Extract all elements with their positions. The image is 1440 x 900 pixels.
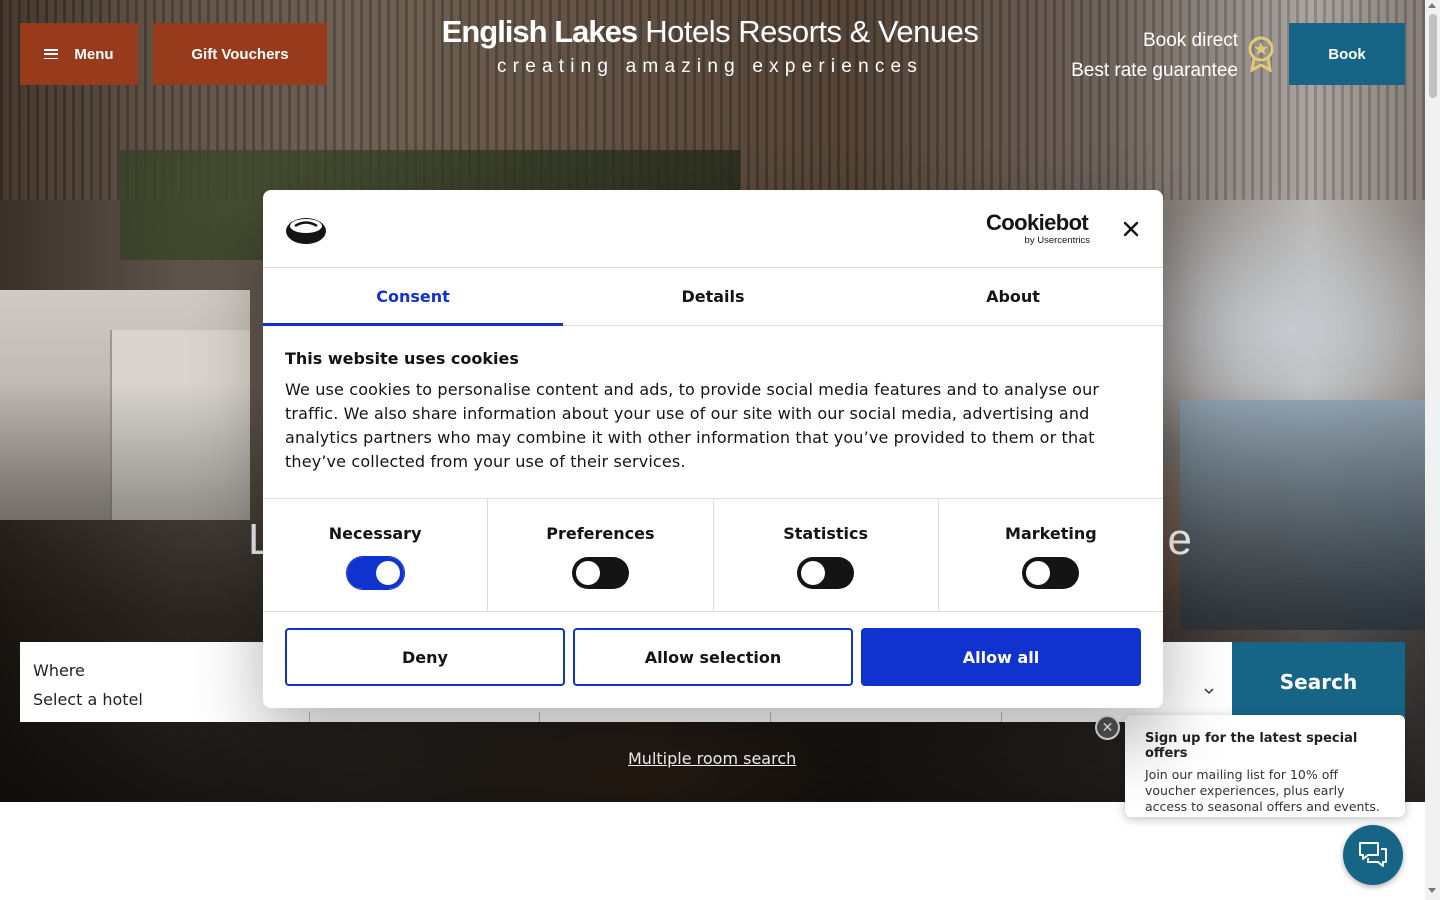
toggle-label: Statistics — [783, 524, 868, 543]
toggle-cell-necessary: Necessary — [263, 499, 489, 611]
book-direct-line1: Book direct — [1142, 30, 1238, 51]
tab-consent[interactable]: Consent — [263, 268, 563, 326]
dialog-header: Cookiebot by Usercentrics — [263, 190, 1163, 268]
where-field[interactable]: Where Select a hotel — [33, 656, 143, 714]
allow-selection-button[interactable]: Allow selection — [573, 628, 853, 686]
consent-toggles: Necessary Preferences Statistics Marketi… — [263, 498, 1163, 612]
gift-vouchers-button[interactable]: Gift Vouchers — [153, 23, 327, 85]
field-divider — [770, 712, 771, 722]
field-divider — [539, 712, 540, 722]
brand-logo[interactable]: English Lakes Hotels Resorts & Venues cr… — [440, 14, 980, 78]
cookiebot-brand: Cookiebot — [986, 210, 1089, 235]
dialog-heading: This website uses cookies — [285, 349, 519, 368]
signup-body: Join our mailing list for 10% off vouche… — [1145, 767, 1380, 814]
signup-popup[interactable]: Sign up for the latest special offers Jo… — [1125, 715, 1405, 817]
necessary-toggle[interactable] — [345, 556, 405, 590]
signup-title: Sign up for the latest special offers — [1145, 731, 1358, 761]
where-value: Select a hotel — [33, 690, 143, 709]
tab-about[interactable]: About — [863, 268, 1163, 325]
hero-counter — [0, 290, 250, 520]
toggle-label: Necessary — [328, 524, 422, 543]
toggle-cell-preferences: Preferences — [488, 499, 714, 611]
toggle-label: Marketing — [1005, 524, 1097, 543]
hero-window — [1180, 400, 1425, 630]
book-button[interactable]: Book — [1289, 23, 1405, 85]
dialog-tabs: Consent Details About — [263, 268, 1163, 326]
search-button[interactable]: Search — [1232, 642, 1405, 722]
book-direct-text: Book direct Best rate guarantee — [1071, 26, 1238, 86]
allow-all-button[interactable]: Allow all — [861, 628, 1141, 686]
preferences-toggle[interactable] — [571, 557, 629, 589]
marketing-toggle[interactable] — [1022, 557, 1080, 589]
tab-details[interactable]: Details — [563, 268, 863, 325]
statistics-toggle[interactable] — [797, 557, 855, 589]
chevron-down-icon[interactable] — [1204, 686, 1214, 696]
hero-cabinet — [110, 330, 250, 520]
chat-icon — [1359, 842, 1387, 867]
menu-button-label: Menu — [74, 45, 114, 63]
brand-title-rest: Hotels Resorts & Venues — [645, 14, 979, 49]
toggle-cell-marketing: Marketing — [939, 499, 1163, 611]
field-divider — [1001, 712, 1002, 722]
site-logo-icon — [286, 218, 326, 244]
hamburger-icon — [44, 49, 59, 59]
brand-title-bold: English Lakes — [441, 14, 638, 49]
brand-title: English Lakes Hotels Resorts & Venues — [440, 14, 980, 50]
hero-heading-right: e — [1167, 515, 1192, 564]
page-scrollbar[interactable] — [1425, 0, 1440, 900]
toggle-knob — [801, 561, 826, 585]
award-ribbon-icon — [1248, 36, 1274, 72]
dialog-actions: Deny Allow selection Allow all — [285, 628, 1141, 686]
scroll-down-arrow[interactable] — [1428, 888, 1436, 893]
brand-tagline: creating amazing experiences — [496, 56, 924, 77]
toggle-knob — [1026, 561, 1051, 585]
chat-button[interactable] — [1343, 825, 1403, 885]
toggle-knob — [375, 561, 400, 585]
scrollbar-thumb[interactable] — [1429, 14, 1437, 98]
cookiebot-brand-sub: by Usercentrics — [1024, 235, 1090, 246]
toggle-cell-statistics: Statistics — [714, 499, 939, 611]
close-icon: ✕ — [1101, 719, 1114, 736]
toggle-knob — [575, 561, 600, 585]
toggle-label: Preferences — [546, 524, 655, 543]
signup-close-button[interactable]: ✕ — [1095, 715, 1120, 740]
field-divider — [309, 712, 310, 722]
deny-button[interactable]: Deny — [285, 628, 565, 686]
dialog-body: This website uses cookies We use cookies… — [285, 349, 1105, 474]
multiple-room-search-link[interactable]: Multiple room search — [628, 749, 796, 768]
scroll-up-arrow[interactable] — [1428, 3, 1436, 8]
cookie-consent-dialog: Cookiebot by Usercentrics Consent Detail… — [263, 190, 1163, 708]
dialog-text: We use cookies to personalise content an… — [285, 380, 1100, 471]
cookiebot-logo[interactable]: Cookiebot by Usercentrics — [986, 210, 1090, 247]
dialog-close-icon[interactable] — [1120, 218, 1142, 240]
book-direct-line2: Best rate guarantee — [1071, 60, 1238, 81]
where-label: Where — [33, 661, 85, 680]
menu-button[interactable]: Menu — [20, 23, 138, 85]
